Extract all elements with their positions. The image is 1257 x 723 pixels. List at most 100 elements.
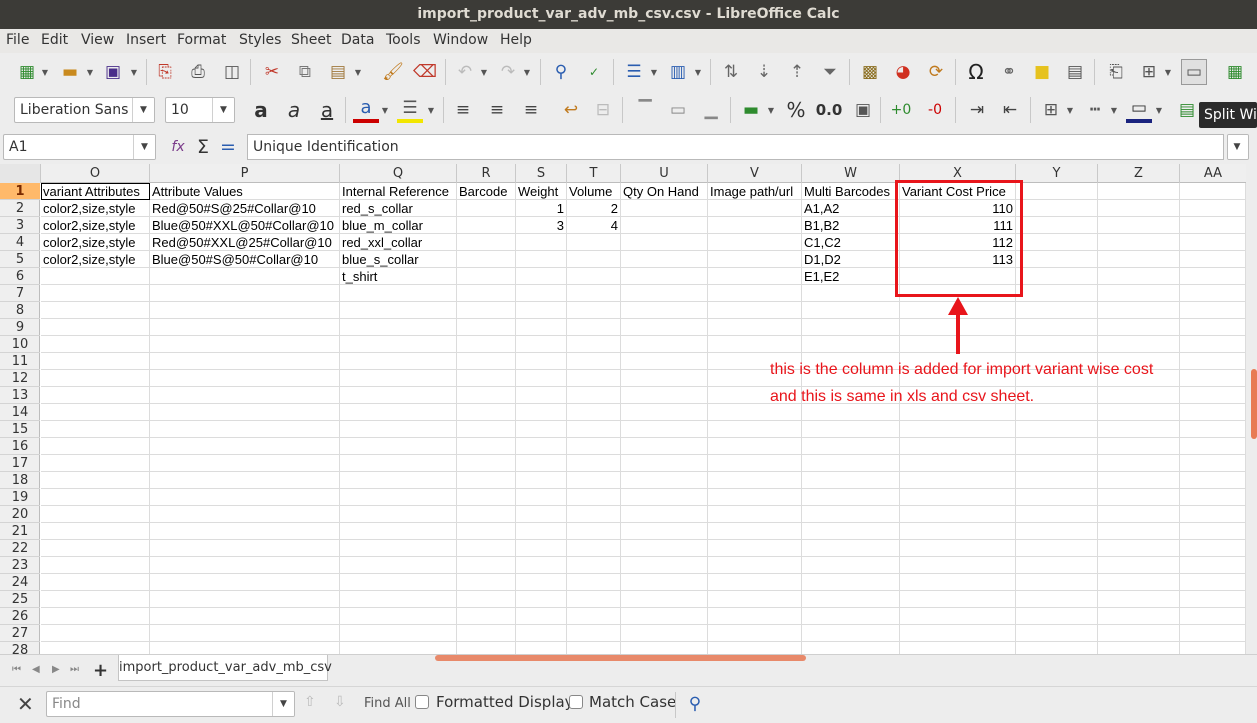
chevron-down-icon[interactable]: ▼ <box>272 692 294 716</box>
row-header[interactable]: 12 <box>0 370 40 387</box>
chevron-down-icon[interactable]: ▼ <box>1164 59 1172 85</box>
row-header[interactable]: 10 <box>0 336 40 353</box>
align-top-icon[interactable]: ▔ <box>632 97 658 123</box>
select-all-corner[interactable] <box>0 164 41 183</box>
row-header[interactable]: 6 <box>0 268 40 285</box>
row-header[interactable]: 24 <box>0 574 40 591</box>
border-color-icon[interactable]: ▭ <box>1126 97 1152 123</box>
chevron-down-icon[interactable]: ▼ <box>130 59 138 85</box>
row-header[interactable]: 3 <box>0 217 40 234</box>
row-header[interactable]: 9 <box>0 319 40 336</box>
decrease-indent-icon[interactable]: ⇤ <box>997 97 1023 123</box>
chevron-down-icon[interactable]: ▼ <box>41 59 49 85</box>
table-cell[interactable]: blue_s_collar <box>340 251 456 268</box>
row-header[interactable]: 2 <box>0 200 40 217</box>
row-header[interactable]: 5 <box>0 251 40 268</box>
delete-decimal-icon[interactable]: -0 <box>922 97 948 123</box>
chevron-down-icon[interactable]: ▼ <box>1110 97 1118 123</box>
table-cell[interactable]: color2,size,style <box>41 251 149 268</box>
table-cell[interactable]: color2,size,style <box>41 200 149 217</box>
freeze-rows-icon[interactable]: ⊞ <box>1136 59 1162 85</box>
header-cell[interactable]: Qty On Hand <box>621 183 707 200</box>
expand-formula-bar-button[interactable]: ▼ <box>1227 134 1249 160</box>
header-cell[interactable]: Internal Reference <box>340 183 456 200</box>
new-document-icon[interactable]: ▦ <box>14 59 40 85</box>
hyperlink-icon[interactable]: ⚭ <box>996 59 1022 85</box>
spreadsheet-grid[interactable]: O P Q R S T U V W X Y Z AA 1 2 3 4 5 6 7 8 9 10 11… <box>0 164 1246 654</box>
cell-area[interactable]: variant Attributes Attribute Values Intern… <box>41 183 1246 654</box>
table-cell[interactable]: Blue@50#XXL@50#Collar@10 <box>150 217 339 234</box>
header-cell[interactable]: Weight <box>516 183 566 200</box>
find-input[interactable]: Find ▼ <box>46 691 295 717</box>
find-previous-icon[interactable]: ⇧ <box>304 694 316 710</box>
row-header[interactable]: 15 <box>0 421 40 438</box>
copy-icon[interactable]: ⧉ <box>292 59 318 85</box>
find-all-button[interactable]: Find All <box>364 696 411 711</box>
merge-cells-icon[interactable]: ⊟ <box>590 97 616 123</box>
table-cell[interactable]: E1,E2 <box>802 268 899 285</box>
show-draw-functions-icon[interactable]: ▦ <box>1222 59 1248 85</box>
chevron-down-icon[interactable]: ▼ <box>212 98 234 122</box>
sheet-tab[interactable]: import_product_var_adv_mb_csv <box>118 655 332 681</box>
column-icon[interactable]: ▥ <box>665 59 691 85</box>
find-replace-icon[interactable]: ⚲ <box>682 691 708 717</box>
column-header-w[interactable]: W <box>802 164 900 183</box>
sum-icon[interactable]: Σ <box>190 134 216 160</box>
align-center-icon[interactable]: ≡ <box>484 97 510 123</box>
chevron-down-icon[interactable]: ▼ <box>427 97 435 123</box>
header-cell[interactable]: Barcode <box>457 183 515 200</box>
align-right-icon[interactable]: ≡ <box>518 97 544 123</box>
row-header[interactable]: 19 <box>0 489 40 506</box>
table-cell[interactable]: C1,C2 <box>802 234 899 251</box>
column-header-y[interactable]: Y <box>1016 164 1098 183</box>
align-left-icon[interactable]: ≡ <box>450 97 476 123</box>
row-header[interactable]: 1 <box>0 183 40 200</box>
header-cell[interactable]: Multi Barcodes <box>802 183 899 200</box>
column-header-v[interactable]: V <box>708 164 802 183</box>
borders-icon[interactable]: ⊞ <box>1038 97 1064 123</box>
menu-sheet[interactable]: Sheet <box>291 32 331 48</box>
row-header[interactable]: 23 <box>0 557 40 574</box>
row-header[interactable]: 14 <box>0 404 40 421</box>
menu-help[interactable]: Help <box>500 32 532 48</box>
spelling-icon[interactable]: ✓ <box>581 59 607 85</box>
highlight-color-icon[interactable]: ☰ <box>397 97 423 123</box>
menu-data[interactable]: Data <box>341 32 374 48</box>
italic-icon[interactable]: a <box>281 97 307 123</box>
formula-icon[interactable]: = <box>215 134 241 160</box>
pivot-table-icon[interactable]: ⟳ <box>923 59 949 85</box>
table-cell[interactable]: blue_m_collar <box>340 217 456 234</box>
chevron-down-icon[interactable]: ▼ <box>694 59 702 85</box>
autofilter-icon[interactable]: ⏷ <box>817 59 843 85</box>
table-cell[interactable]: A1,A2 <box>802 200 899 217</box>
menu-format[interactable]: Format <box>177 32 226 48</box>
function-wizard-icon[interactable]: fx <box>165 134 191 160</box>
export-pdf-icon[interactable]: ⎘ <box>152 59 178 85</box>
row-header[interactable]: 20 <box>0 506 40 523</box>
split-window-icon[interactable]: ▭ <box>1181 59 1207 85</box>
font-size-combo[interactable]: 10 ▼ <box>165 97 235 123</box>
border-style-icon[interactable]: ┅ <box>1082 97 1108 123</box>
table-cell[interactable]: 4 <box>567 217 620 234</box>
row-header[interactable]: 8 <box>0 302 40 319</box>
formatted-display-checkbox[interactable] <box>415 695 429 709</box>
column-header-q[interactable]: Q <box>340 164 457 183</box>
header-cell[interactable]: Image path/url <box>708 183 801 200</box>
paste-icon[interactable]: ▤ <box>325 59 351 85</box>
menu-view[interactable]: View <box>81 32 114 48</box>
chevron-down-icon[interactable]: ▼ <box>650 59 658 85</box>
row-header[interactable]: 27 <box>0 625 40 642</box>
chevron-down-icon[interactable]: ▼ <box>767 97 775 123</box>
font-name-combo[interactable]: Liberation Sans ▼ <box>14 97 155 123</box>
table-cell[interactable]: Red@50#S@25#Collar@10 <box>150 200 339 217</box>
previous-sheet-icon[interactable]: ◀ <box>32 664 40 675</box>
row-header[interactable]: 17 <box>0 455 40 472</box>
table-cell[interactable]: red_xxl_collar <box>340 234 456 251</box>
bold-icon[interactable]: a <box>248 97 274 123</box>
chevron-down-icon[interactable]: ▼ <box>86 59 94 85</box>
chevron-down-icon[interactable]: ▼ <box>523 59 531 85</box>
font-color-icon[interactable]: a <box>353 97 379 123</box>
redo-icon[interactable]: ↷ <box>495 59 521 85</box>
row-header[interactable]: 28 <box>0 642 40 654</box>
horizontal-scrollbar-thumb[interactable] <box>435 655 806 661</box>
